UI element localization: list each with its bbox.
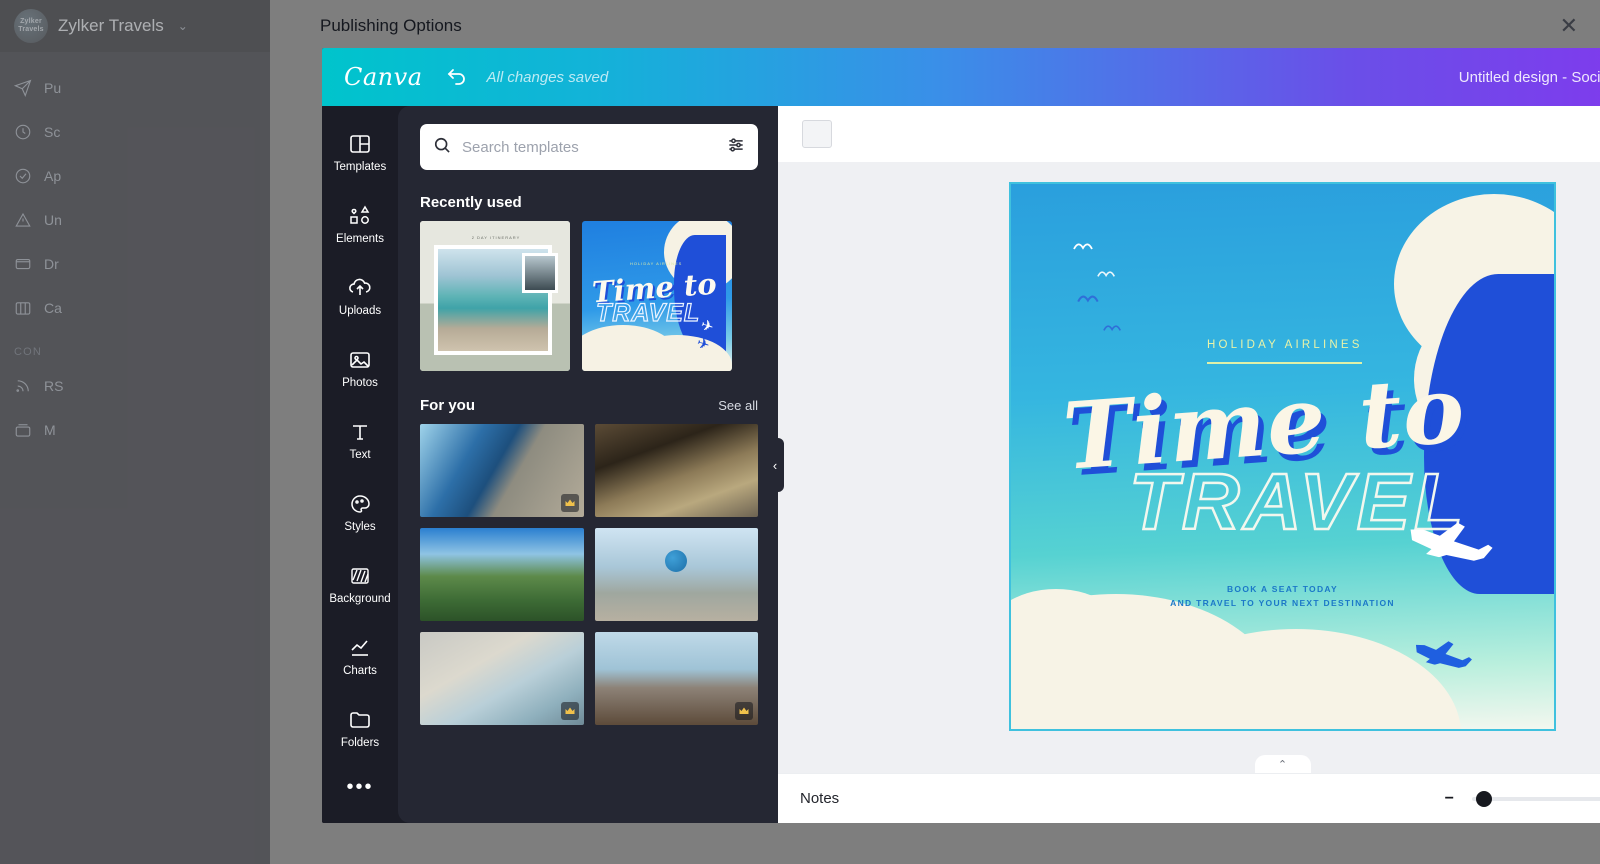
page-thumbnail-button[interactable] (802, 120, 832, 148)
search-icon (432, 135, 452, 160)
rail-item-label: Templates (333, 160, 387, 173)
recent-template-mountain-lake[interactable]: 2 DAY ITINERARY (420, 221, 570, 371)
for-you-item-car-window-road[interactable] (594, 424, 758, 517)
bird-icon (1077, 294, 1101, 307)
recent-template-time-to-travel[interactable]: HOLIDAY AIRLINES Time to TRAVEL ✈ ✈ (582, 221, 732, 371)
canva-header-right: Untitled design - Social Media Attach (1459, 57, 1600, 97)
rail-item-label: Folders (340, 736, 380, 749)
for-you-item-globe-in-hands[interactable] (594, 528, 758, 621)
rail-item-background[interactable]: Background (322, 548, 398, 620)
rail-item-folders[interactable]: Folders (322, 692, 398, 764)
design-sub-line-2: AND TRAVEL TO YOUR NEXT DESTINATION (1170, 598, 1395, 609)
rail-item-label: Background (329, 592, 391, 605)
search-box[interactable] (420, 124, 758, 170)
crown-icon (560, 702, 579, 720)
search-input[interactable] (462, 138, 716, 156)
for-you-header: For you See all (420, 397, 758, 414)
design-canvas[interactable]: HOLIDAY AIRLINES Time to TRAVEL BOOK A S… (1009, 182, 1556, 731)
zoom-out-button[interactable]: − (1445, 790, 1454, 808)
zoom-slider-thumb[interactable] (1476, 790, 1492, 807)
rail-item-label: Styles (344, 520, 376, 533)
for-you-item-hiker-coastline[interactable] (420, 424, 584, 517)
bird-icon (1073, 242, 1095, 254)
modal-title: Publishing Options (320, 16, 462, 35)
rail-item-templates[interactable]: Templates (322, 116, 398, 188)
bird-icon (1097, 270, 1117, 281)
for-you-grid (420, 424, 758, 725)
modal-header: Publishing Options ✕ (270, 0, 1600, 52)
recently-used-title: Recently used (420, 194, 522, 211)
bird-icon (1103, 324, 1123, 335)
canva-editor: Canva All changes saved Untitled design … (322, 48, 1600, 823)
rail-item-label: Uploads (338, 304, 382, 317)
chevron-left-icon[interactable]: ‹ (766, 438, 784, 492)
see-all-link[interactable]: See all (718, 398, 758, 413)
close-icon[interactable]: ✕ (1560, 15, 1578, 37)
crown-icon (560, 494, 579, 512)
undo-icon[interactable] (445, 65, 469, 89)
rail-item-label: Photos (342, 376, 378, 389)
design-kicker: HOLIDAY AIRLINES (1207, 339, 1363, 351)
canva-tool-rail: Templates Elements Uploads Photos Text S… (322, 106, 398, 823)
notes-label[interactable]: Notes (800, 790, 839, 807)
for-you-title: For you (420, 397, 475, 414)
canva-header: Canva All changes saved Untitled design … (322, 48, 1600, 106)
templates-panel: Recently used 2 DAY ITINERARY HOLIDAY AI… (398, 106, 778, 823)
rail-item-elements[interactable]: Elements (322, 188, 398, 260)
rail-more-button[interactable]: ••• (322, 764, 398, 810)
publishing-options-modal: Publishing Options ✕ Canva All changes s… (270, 0, 1600, 864)
canvas-area[interactable]: HOLIDAY AIRLINES Time to TRAVEL BOOK A S… (778, 162, 1600, 773)
for-you-item-airport-luggage[interactable] (594, 632, 758, 725)
design-subtitle: BOOK A SEAT TODAY AND TRAVEL TO YOUR NEX… (1011, 582, 1554, 610)
rail-item-charts[interactable]: Charts (322, 620, 398, 692)
rail-item-label: Elements (336, 232, 384, 245)
notes-bar: Notes − 52% ? (778, 773, 1600, 823)
rail-item-styles[interactable]: Styles (322, 476, 398, 548)
for-you-item-map-planning-coffee[interactable] (420, 632, 584, 725)
rail-item-label: Charts (343, 664, 377, 677)
notes-collapse-handle[interactable]: ⌃ (1254, 755, 1311, 773)
rail-item-text[interactable]: Text (322, 404, 398, 476)
design-sub-line-1: BOOK A SEAT TODAY (1226, 584, 1339, 594)
rail-item-uploads[interactable]: Uploads (322, 260, 398, 332)
for-you-item-mountain-summit[interactable] (420, 528, 584, 621)
rail-item-photos[interactable]: Photos (322, 332, 398, 404)
sliders-icon[interactable] (726, 135, 746, 160)
canva-logo[interactable]: Canva (344, 63, 423, 91)
recently-used-grid: 2 DAY ITINERARY HOLIDAY AIRLINES Time to… (420, 221, 758, 371)
editor-main: HOLIDAY AIRLINES Time to TRAVEL BOOK A S… (778, 106, 1600, 823)
crown-icon (735, 702, 753, 720)
zoom-slider[interactable] (1472, 790, 1600, 807)
rail-item-label: Text (349, 448, 371, 461)
editor-toolbar (778, 106, 1600, 162)
zoom-controls: − 52% ? (1445, 786, 1600, 812)
design-name[interactable]: Untitled design - Social Media (1459, 69, 1600, 86)
save-status: All changes saved (486, 68, 609, 86)
